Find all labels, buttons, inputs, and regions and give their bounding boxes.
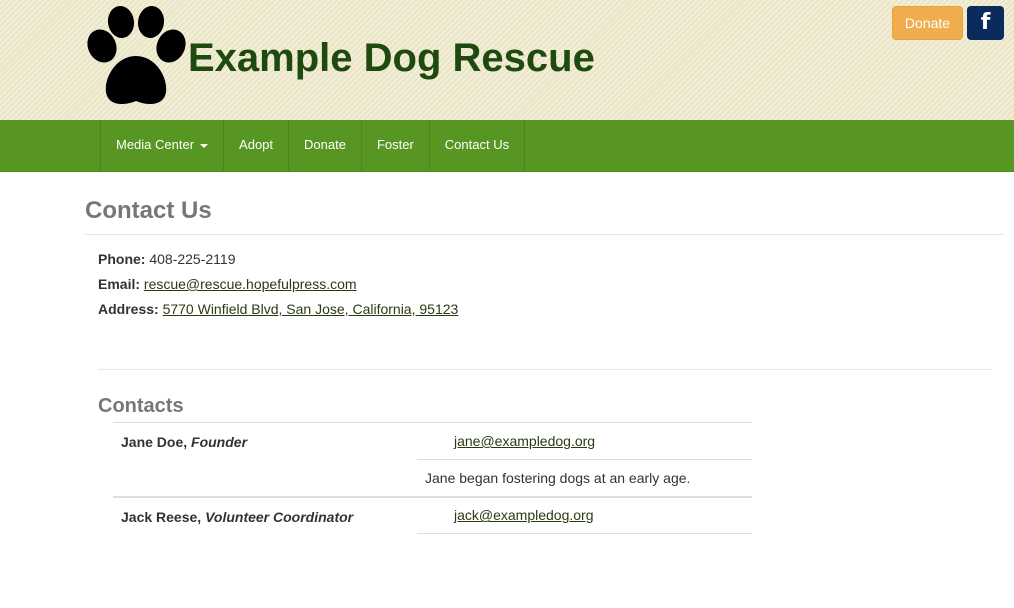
nav-item-media-center[interactable]: Media Center bbox=[101, 120, 225, 172]
main-navbar: Media Center Adopt Donate Foster Contact… bbox=[0, 120, 1014, 172]
nav-item-donate[interactable]: Donate bbox=[289, 120, 362, 172]
contact-bio: Jane began fostering dogs at an early ag… bbox=[417, 459, 752, 497]
email-label: Email: bbox=[98, 276, 141, 292]
nav-item-label: Media Center bbox=[116, 137, 195, 152]
site-header: Example Dog Rescue Donate f bbox=[0, 0, 1014, 120]
contact-name-cell: Jane Doe, Founder bbox=[113, 422, 417, 497]
nav-item-label: Donate bbox=[304, 137, 346, 152]
site-title[interactable]: Example Dog Rescue bbox=[188, 34, 595, 82]
caret-down-icon bbox=[200, 143, 209, 148]
nav-item-adopt[interactable]: Adopt bbox=[224, 120, 290, 172]
nav-item-label: Contact Us bbox=[444, 137, 510, 152]
address-link[interactable]: 5770 Winfield Blvd, San Jose, California… bbox=[163, 301, 459, 317]
contact-name: Jane Doe, bbox=[121, 434, 188, 450]
divider bbox=[98, 369, 991, 370]
page-title: Contact Us bbox=[85, 197, 212, 224]
email-link[interactable]: rescue@rescue.hopefulpress.com bbox=[144, 276, 357, 292]
contact-email-link[interactable]: jack@exampledog.org bbox=[454, 507, 594, 523]
contact-role: Volunteer Coordinator bbox=[205, 508, 354, 525]
table-row: Jack Reese, Volunteer Coordinator jack@e… bbox=[113, 495, 752, 534]
paw-print-icon[interactable] bbox=[82, 4, 190, 108]
contact-email-link[interactable]: jane@exampledog.org bbox=[454, 433, 595, 449]
address-line: Address: 5770 Winfield Blvd, San Jose, C… bbox=[98, 299, 458, 319]
contacts-table: Jane Doe, Founder jane@exampledog.org Ja… bbox=[113, 422, 752, 534]
phone-label: Phone: bbox=[98, 251, 146, 267]
facebook-icon[interactable]: f bbox=[967, 6, 1004, 40]
contact-name: Jack Reese, bbox=[121, 508, 202, 525]
nav-item-label: Adopt bbox=[239, 137, 274, 152]
table-row: Jane Doe, Founder jane@exampledog.org bbox=[113, 422, 752, 497]
contact-role: Founder bbox=[191, 434, 248, 450]
phone-value: 408-225-2119 bbox=[149, 251, 236, 267]
nav-item-label: Foster bbox=[376, 137, 414, 152]
contact-email-cell: jane@exampledog.org bbox=[417, 422, 752, 460]
nav-item-foster[interactable]: Foster bbox=[362, 120, 430, 172]
contact-name-cell: Jack Reese, Volunteer Coordinator bbox=[113, 495, 417, 534]
divider bbox=[85, 234, 1004, 235]
email-line: Email: rescue@rescue.hopefulpress.com bbox=[98, 274, 357, 294]
contact-email-cell: jack@exampledog.org bbox=[417, 495, 752, 534]
nav-list: Media Center Adopt Donate Foster Contact… bbox=[100, 120, 526, 172]
contacts-heading: Contacts bbox=[98, 395, 184, 417]
nav-item-contact-us[interactable]: Contact Us bbox=[430, 120, 526, 172]
address-label: Address: bbox=[98, 301, 159, 317]
donate-button[interactable]: Donate bbox=[892, 6, 963, 40]
phone-line: Phone: 408-225-2119 bbox=[98, 249, 236, 269]
